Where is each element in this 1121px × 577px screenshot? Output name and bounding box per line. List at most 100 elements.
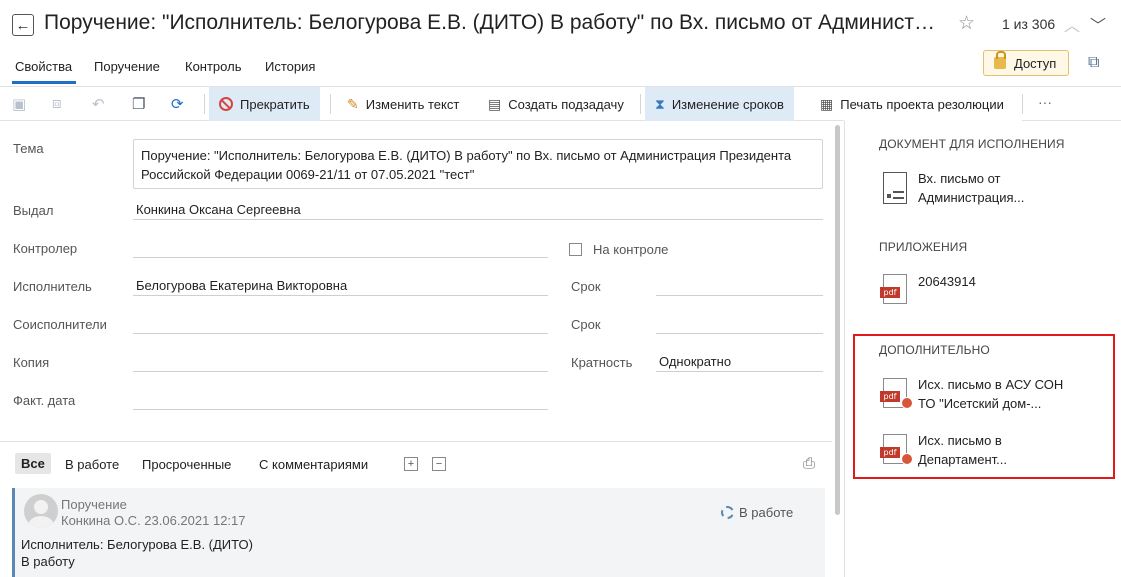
filter-tab-in-progress[interactable]: В работе xyxy=(65,457,119,472)
panel-divider xyxy=(844,121,845,577)
access-button-label: Доступ xyxy=(1014,55,1057,71)
toolbar-separator xyxy=(204,94,205,114)
coexecutors-field[interactable] xyxy=(133,316,548,334)
fact-date-field[interactable] xyxy=(133,392,548,410)
copy-field[interactable] xyxy=(133,354,548,372)
in-progress-icon xyxy=(721,506,734,519)
open-external-icon[interactable]: ⧉ xyxy=(1088,54,1099,72)
srok2-label: Срок xyxy=(571,317,601,332)
srok1-field[interactable] xyxy=(656,278,823,296)
chevron-down-icon[interactable]: ﹀ xyxy=(1090,12,1106,36)
save-close-icon[interactable]: ⧈ xyxy=(52,95,62,112)
toolbar-separator xyxy=(330,94,331,114)
access-button[interactable]: Доступ xyxy=(983,50,1069,76)
toolbar-overflow-area: ··· xyxy=(1022,87,1121,121)
copy-label: Копия xyxy=(13,355,50,370)
card-text-line1: Исполнитель: Белогурова Е.В. (ДИТО) xyxy=(21,537,253,552)
additional-link-1[interactable]: Исх. письмо в АСУ СОН ТО "Исетский дом-.… xyxy=(918,375,1063,413)
lock-icon xyxy=(994,51,1006,69)
pencil-icon: ✎ xyxy=(347,95,359,112)
executor-field[interactable]: Белогурова Екатерина Викторовна xyxy=(133,278,548,296)
back-button[interactable]: ← xyxy=(12,14,34,36)
create-subtask-label: Создать подзадачу xyxy=(508,96,624,112)
edit-text-label: Изменить текст xyxy=(365,96,460,112)
coexecutors-label: Соисполнители xyxy=(13,317,107,332)
document-link-line2: Администрация... xyxy=(918,190,1025,205)
frequency-label: Кратность xyxy=(571,355,633,370)
document-heading: ДОКУМЕНТ ДЛЯ ИСПОЛНЕНИЯ xyxy=(879,137,1065,151)
filter-tab-with-comments[interactable]: С комментариями xyxy=(259,457,368,472)
change-deadlines-label: Изменение сроков xyxy=(671,96,784,112)
filter-tab-all[interactable]: Все xyxy=(15,453,51,474)
header: ← Поручение: "Исполнитель: Белогурова Е.… xyxy=(0,0,1121,52)
attachments-heading: ПРИЛОЖЕНИЯ xyxy=(879,240,968,254)
frequency-field[interactable]: Однократно xyxy=(656,354,823,372)
card-author-date: Конкина О.С. 23.06.2021 12:17 xyxy=(61,513,246,528)
stop-button-label: Прекратить xyxy=(240,96,310,112)
additional-link-2-line2: Департамент... xyxy=(918,452,1007,467)
signed-pdf-icon: pdf xyxy=(880,378,913,409)
controller-field[interactable] xyxy=(133,240,548,258)
toolbar-separator xyxy=(1022,94,1023,114)
tab-assignment[interactable]: Поручение xyxy=(94,59,160,74)
hourglass-icon: ⧗ xyxy=(655,95,665,112)
stop-button[interactable]: Прекратить xyxy=(209,87,320,121)
tab-history[interactable]: История xyxy=(265,59,315,74)
printer-icon[interactable]: ⎙ xyxy=(803,455,815,472)
tema-field[interactable]: Поручение: "Исполнитель: Белогурова Е.В.… xyxy=(133,139,823,189)
print-resolution-button[interactable]: ▦ Печать проекта резолюции xyxy=(810,87,1014,121)
card-text-line2: В работу xyxy=(21,554,75,569)
save-icon[interactable]: ▣ xyxy=(12,95,26,113)
additional-link-2-line1: Исх. письмо в xyxy=(918,433,1002,448)
star-icon[interactable]: ☆ xyxy=(958,12,975,35)
on-control-checkbox[interactable] xyxy=(569,243,582,256)
document-icon xyxy=(883,172,907,204)
document-link[interactable]: Вх. письмо от Администрация... xyxy=(918,169,1024,207)
create-subtask-button[interactable]: ▤ Создать подзадачу xyxy=(478,87,634,121)
change-deadlines-button[interactable]: ⧗ Изменение сроков xyxy=(645,87,794,121)
refresh-icon[interactable]: ⟳ xyxy=(171,95,184,113)
tab-properties[interactable]: Свойства xyxy=(15,59,72,74)
srok2-field[interactable] xyxy=(656,316,823,334)
signed-pdf-icon: pdf xyxy=(880,434,913,465)
print-doc-icon: ▦ xyxy=(820,95,834,112)
avatar xyxy=(24,494,58,528)
page-title: Поручение: "Исполнитель: Белогурова Е.В.… xyxy=(44,11,944,34)
copy-icon[interactable]: ❐ xyxy=(132,95,145,113)
attachment-link[interactable]: 20643914 xyxy=(918,272,976,291)
tema-label: Тема xyxy=(13,141,44,156)
edit-text-button[interactable]: ✎ Изменить текст xyxy=(337,87,469,121)
scrollbar[interactable] xyxy=(835,125,840,515)
additional-heading: ДОПОЛНИТЕЛЬНО xyxy=(879,343,990,357)
status-badge: В работе xyxy=(721,505,793,520)
expand-all-button[interactable]: + xyxy=(404,457,418,471)
undo-icon[interactable]: ↶ xyxy=(92,95,105,113)
vydal-field[interactable]: Конкина Оксана Сергеевна xyxy=(133,202,823,220)
additional-link-1-line2: ТО "Исетский дом-... xyxy=(918,396,1042,411)
section-divider xyxy=(0,441,832,442)
arrow-left-icon: ← xyxy=(15,16,31,34)
status-label: В работе xyxy=(739,505,794,520)
chevron-up-icon[interactable]: ︿ xyxy=(1064,12,1080,36)
active-tab-indicator xyxy=(12,81,76,84)
vydal-label: Выдал xyxy=(13,203,54,218)
history-card[interactable]: Поручение Конкина О.С. 23.06.2021 12:17 … xyxy=(12,488,825,577)
tab-control[interactable]: Контроль xyxy=(185,59,241,74)
more-options-icon[interactable]: ··· xyxy=(1038,94,1052,110)
subtask-icon: ▤ xyxy=(488,95,502,112)
pager-count: 1 из 306 xyxy=(1002,16,1056,32)
toolbar: ▣ ⧈ ↶ ❐ ⟳ Прекратить ✎ Изменить текст ▤ … xyxy=(0,87,1004,121)
executor-label: Исполнитель xyxy=(13,279,92,294)
fact-date-label: Факт. дата xyxy=(13,393,76,408)
prohibit-icon xyxy=(219,97,233,111)
print-resolution-label: Печать проекта резолюции xyxy=(840,96,1004,112)
srok1-label: Срок xyxy=(571,279,601,294)
controller-label: Контролер xyxy=(13,241,78,256)
additional-link-2[interactable]: Исх. письмо в Департамент... xyxy=(918,431,1007,469)
additional-link-1-line1: Исх. письмо в АСУ СОН xyxy=(918,377,1064,392)
collapse-all-button[interactable]: − xyxy=(432,457,446,471)
document-link-line1: Вх. письмо от xyxy=(918,171,1001,186)
pdf-icon: pdf xyxy=(880,274,907,304)
card-type: Поручение xyxy=(61,497,127,512)
filter-tab-overdue[interactable]: Просроченные xyxy=(142,457,231,472)
